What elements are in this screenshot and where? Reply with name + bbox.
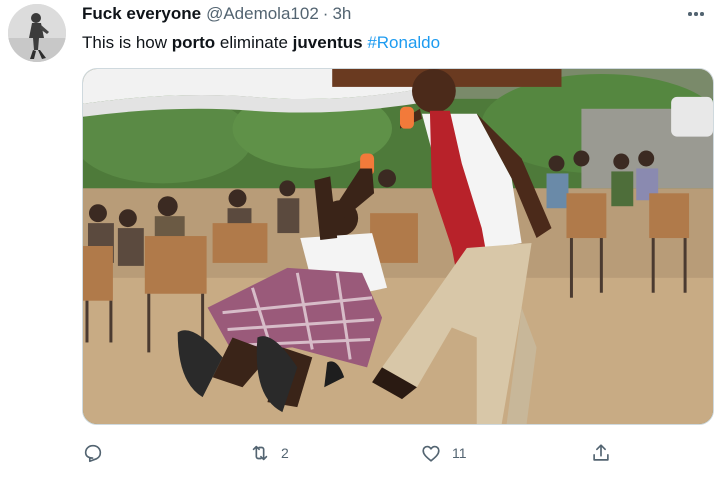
like-button[interactable]: 11 <box>420 440 467 466</box>
display-name[interactable]: Fuck everyone <box>82 4 201 24</box>
like-count: 11 <box>452 445 467 461</box>
timestamp[interactable]: 3h <box>332 4 351 24</box>
tweet-text-bold: juventus <box>292 33 363 52</box>
tweet-text: This is how porto eliminate juventus #Ro… <box>82 32 440 54</box>
user-handle[interactable]: @Ademola102 <box>206 4 319 24</box>
separator-dot: · <box>322 4 329 23</box>
retweet-icon <box>252 445 268 461</box>
retweet-count: 2 <box>281 445 289 461</box>
hashtag-link[interactable]: #Ronaldo <box>367 33 440 52</box>
tweet-header: Fuck everyone @Ademola102 · 3h <box>82 4 351 28</box>
share-button[interactable] <box>590 440 612 466</box>
reply-button[interactable] <box>82 440 114 466</box>
reply-icon <box>84 444 102 463</box>
tweet-text-bold: porto <box>171 33 216 52</box>
photo-image <box>83 69 713 424</box>
share-icon <box>593 444 609 461</box>
tweet-photo[interactable] <box>82 68 714 425</box>
retweet-button[interactable]: 2 <box>249 440 289 466</box>
tweet-actions: 2 11 <box>82 440 622 466</box>
more-options-icon[interactable] <box>684 4 708 24</box>
tweet-text-part: This is how <box>82 33 172 52</box>
tweet-text-part: eliminate <box>215 33 293 52</box>
tweet[interactable]: Fuck everyone @Ademola102 · 3h This is h… <box>0 0 720 480</box>
avatar[interactable] <box>8 4 66 62</box>
avatar-image <box>8 4 66 62</box>
heart-icon <box>422 445 440 462</box>
